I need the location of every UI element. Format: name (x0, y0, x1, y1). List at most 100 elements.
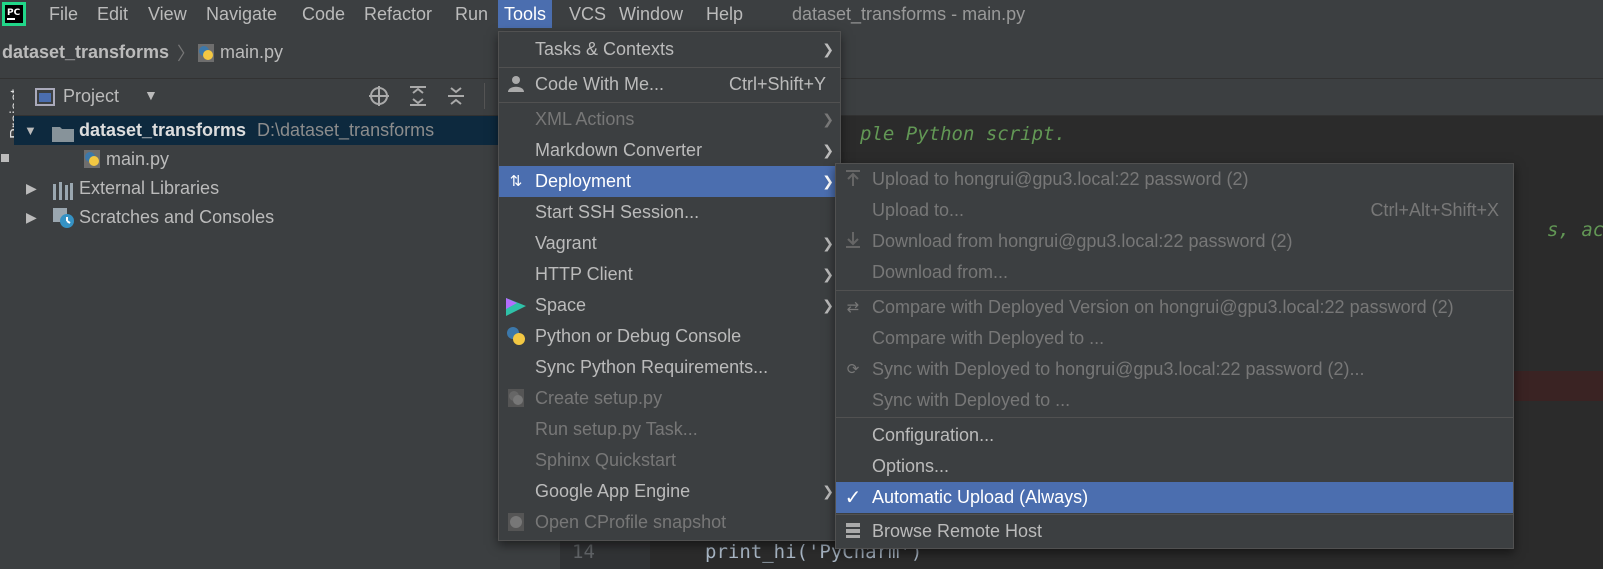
python-file-icon (196, 43, 216, 68)
tree-item-project-root[interactable]: ▼ dataset_transforms D:\dataset_transfor… (14, 116, 560, 145)
menu-item-upload-to[interactable]: Upload to... Ctrl+Alt+Shift+X (836, 195, 1513, 226)
menu-help[interactable]: Help (700, 0, 749, 28)
expand-all-icon[interactable] (407, 85, 429, 112)
project-view-title[interactable]: Project (63, 86, 119, 107)
project-view-icon (35, 88, 55, 111)
breadcrumb-file[interactable]: main.py (220, 42, 283, 63)
chevron-down-icon[interactable]: ▼ (144, 87, 158, 103)
menu-tools[interactable]: Tools (498, 0, 553, 28)
menu-item-sync-deployed-server[interactable]: ⟳ Sync with Deployed to hongrui@gpu3.loc… (836, 354, 1513, 385)
menu-file[interactable]: File (43, 0, 84, 28)
code-comment-line: s, ac (1547, 219, 1603, 241)
profiler-icon (505, 512, 527, 534)
menu-item-run-setup-py[interactable]: Run setup.py Task... (499, 414, 840, 445)
menu-edit[interactable]: Edit (91, 0, 134, 28)
menu-item-configuration[interactable]: Configuration... (836, 420, 1513, 451)
chevron-right-icon: ❯ (822, 142, 834, 158)
menu-item-create-setup-py[interactable]: Create setup.py (499, 383, 840, 414)
upload-icon (842, 169, 864, 191)
menu-window[interactable]: Window (613, 0, 689, 28)
menu-item-label: Browse Remote Host (872, 521, 1043, 541)
menu-item-label: Deployment (535, 171, 632, 191)
chevron-right-icon: ❯ (822, 173, 834, 189)
menu-item-deployment[interactable]: ⇅ Deployment ❯ (499, 166, 840, 197)
menu-item-sync-requirements[interactable]: Sync Python Requirements... (499, 352, 840, 383)
deployment-icon: ⇅ (509, 173, 523, 190)
tree-item-label: Scratches and Consoles (79, 207, 275, 227)
menu-separator (836, 514, 1513, 515)
menu-separator (836, 290, 1513, 291)
menu-item-label: Automatic Upload (Always) (872, 487, 1089, 507)
menu-item-google-app-engine[interactable]: Google App Engine ❯ (499, 476, 840, 507)
menu-view[interactable]: View (142, 0, 193, 28)
menu-item-vagrant[interactable]: Vagrant ❯ (499, 228, 840, 259)
menu-item-label: Sync with Deployed to ... (872, 390, 1071, 410)
menu-item-start-ssh-session[interactable]: Start SSH Session... (499, 197, 840, 228)
menu-item-compare-deployed-version[interactable]: ⇄ Compare with Deployed Version on hongr… (836, 292, 1513, 323)
menu-item-label: Run setup.py Task... (535, 419, 698, 439)
menu-item-options[interactable]: Options... (836, 451, 1513, 482)
locate-icon[interactable] (368, 85, 390, 112)
menu-vcs[interactable]: VCS (563, 0, 612, 28)
menu-item-label: Space (535, 295, 587, 315)
menu-item-compare-deployed-to[interactable]: Compare with Deployed to ... (836, 323, 1513, 354)
menu-item-label: Compare with Deployed Version on hongrui… (872, 297, 1454, 317)
line-number: 14 (572, 541, 595, 563)
collapse-all-icon[interactable] (445, 85, 467, 112)
menu-navigate[interactable]: Navigate (200, 0, 283, 28)
tree-item-label: External Libraries (79, 178, 220, 198)
menu-item-browse-remote-host[interactable]: Browse Remote Host (836, 516, 1513, 547)
menu-item-label: Upload to hongrui@gpu3.local:22 password… (872, 169, 1249, 189)
menu-separator (499, 102, 840, 103)
menu-item-markdown-converter[interactable]: Markdown Converter ❯ (499, 135, 840, 166)
menu-item-sync-deployed-to[interactable]: Sync with Deployed to ... (836, 385, 1513, 416)
user-icon (505, 74, 527, 96)
menu-separator (836, 417, 1513, 418)
menu-item-python-console[interactable]: Python or Debug Console (499, 321, 840, 352)
menu-item-sphinx-quickstart[interactable]: Sphinx Quickstart (499, 445, 840, 476)
menu-item-label: Code With Me... (535, 74, 665, 94)
menu-item-space[interactable]: Space ❯ (499, 290, 840, 321)
space-logo-icon (505, 295, 527, 317)
menu-code[interactable]: Code (296, 0, 351, 28)
menu-item-tasks-contexts[interactable]: Tasks & Contexts ❯ (499, 34, 840, 65)
tree-item-external-libraries[interactable]: ▶ External Libraries (14, 174, 560, 203)
chevron-right-icon[interactable]: ▶ (26, 174, 37, 203)
menu-item-label: Sync with Deployed to hongrui@gpu3.local… (872, 359, 1365, 379)
menu-item-label: Open CProfile snapshot (535, 512, 727, 532)
python-file-icon (505, 388, 527, 410)
breadcrumb-separator-icon: 〉 (177, 44, 195, 64)
tree-item-main-py[interactable]: main.py (14, 145, 560, 174)
menu-item-label: Google App Engine (535, 481, 691, 501)
breadcrumb-project[interactable]: dataset_transforms (2, 42, 169, 63)
project-panel-header: Project ▼ (14, 79, 560, 116)
header-divider (484, 83, 485, 109)
menu-item-download-from[interactable]: Download from... (836, 257, 1513, 288)
project-panel: Project ▼ ▼ dataset_transforms D:\datase… (14, 79, 560, 569)
window-title: dataset_transforms - main.py (792, 4, 1026, 24)
menu-run[interactable]: Run (449, 0, 494, 28)
menu-item-download-from-server[interactable]: Download from hongrui@gpu3.local:22 pass… (836, 226, 1513, 257)
chevron-down-icon[interactable]: ▼ (24, 116, 37, 145)
menu-item-http-client[interactable]: HTTP Client ❯ (499, 259, 840, 290)
menu-item-label: Sphinx Quickstart (535, 450, 677, 470)
menu-item-xml-actions[interactable]: XML Actions ❯ (499, 104, 840, 135)
menu-refactor[interactable]: Refactor (358, 0, 438, 28)
menu-item-upload-to-server[interactable]: Upload to hongrui@gpu3.local:22 password… (836, 164, 1513, 195)
checkmark-icon: ✓ (844, 487, 862, 509)
menu-item-shortcut: Ctrl+Shift+Y (728, 74, 826, 94)
menu-separator (499, 67, 840, 68)
code-comment-line: ple Python script. (860, 123, 1066, 145)
compare-icon: ⇄ (846, 299, 860, 316)
menu-item-automatic-upload[interactable]: ✓ Automatic Upload (Always) (836, 482, 1513, 513)
breakpoint-line-highlight (1512, 371, 1603, 401)
menu-item-label: Upload to... (872, 200, 965, 220)
menu-item-open-cprofile[interactable]: Open CProfile snapshot (499, 507, 840, 538)
menu-item-label: Options... (872, 456, 950, 476)
chevron-right-icon[interactable]: ▶ (26, 203, 37, 232)
menu-item-code-with-me[interactable]: Code With Me... Ctrl+Shift+Y (499, 69, 840, 100)
menu-item-label: Compare with Deployed to ... (872, 328, 1105, 348)
server-icon (842, 521, 864, 543)
chevron-right-icon: ❯ (822, 41, 834, 57)
tree-item-scratches[interactable]: ▶ Scratches and Consoles (14, 203, 560, 232)
